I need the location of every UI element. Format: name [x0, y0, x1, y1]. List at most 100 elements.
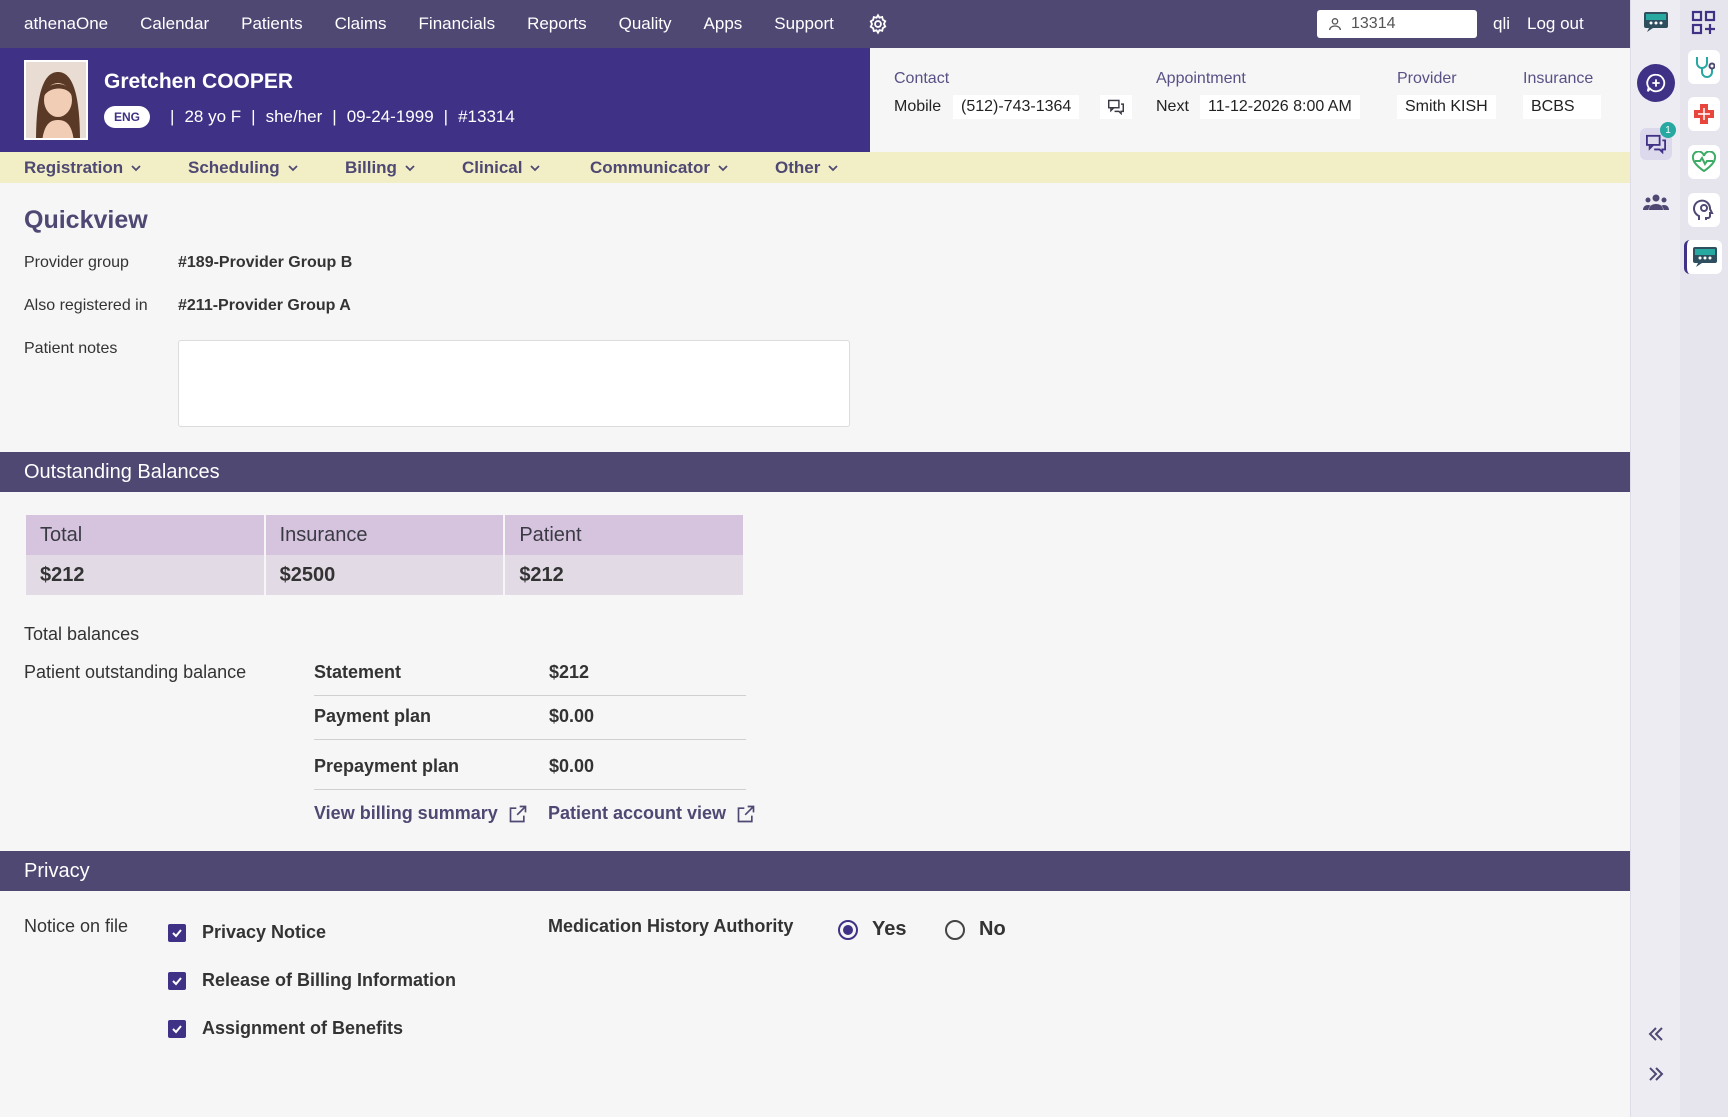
stethoscope-icon[interactable] — [1688, 50, 1720, 84]
language-badge: ENG — [104, 106, 151, 128]
radio-unselected-icon — [945, 919, 965, 940]
medical-cross-icon[interactable] — [1688, 97, 1720, 131]
statement-label: Statement — [314, 662, 402, 682]
chevron-down-icon — [718, 165, 728, 172]
next-appointment[interactable]: 11-12-2026 8:00 AM — [1200, 95, 1360, 119]
menu-clinical[interactable]: Clinical — [462, 158, 541, 178]
separator: | — [443, 107, 449, 126]
nav-quality[interactable]: Quality — [619, 14, 672, 34]
collapse-left-icon[interactable] — [1640, 1018, 1672, 1050]
next-label: Next — [1156, 98, 1189, 115]
add-chat-icon[interactable] — [1637, 64, 1675, 102]
right-rail: 1 — [1630, 0, 1680, 1117]
view-billing-summary-link[interactable]: View billing summary — [314, 803, 528, 824]
menu-other[interactable]: Other — [775, 158, 838, 178]
provider-name[interactable]: Smith KISH — [1397, 95, 1496, 119]
insurance-name[interactable]: BCBS — [1523, 95, 1601, 119]
link-label: Patient account view — [548, 803, 727, 823]
nav-calendar[interactable]: Calendar — [140, 14, 209, 34]
expand-right-icon[interactable] — [1640, 1058, 1672, 1090]
total-balance: $212 — [26, 555, 264, 595]
patient-notes-label: Patient notes — [24, 340, 118, 357]
menu-billing[interactable]: Billing — [345, 158, 415, 178]
notice-on-file-label: Notice on file — [24, 916, 129, 936]
insurance-balance: $2500 — [265, 555, 504, 595]
provider-label: Provider — [1397, 70, 1457, 87]
total-balances-label: Total balances — [24, 624, 140, 644]
chat-app-active-icon[interactable] — [1684, 240, 1722, 274]
nav-financials[interactable]: Financials — [419, 14, 496, 34]
top-nav: athenaOne Calendar Patients Claims Finan… — [0, 0, 1630, 48]
message-icon[interactable] — [1100, 95, 1132, 119]
menu-label: Clinical — [462, 158, 523, 177]
header-patient: Patient — [505, 515, 743, 555]
chevron-down-icon — [530, 165, 541, 172]
payment-plan-value: $0.00 — [549, 706, 595, 726]
header-insurance: Insurance — [265, 515, 504, 555]
chevron-down-icon — [131, 165, 141, 172]
patient-search-input[interactable] — [1351, 15, 1461, 33]
outstanding-balances-header: Outstanding Balances — [0, 452, 1630, 492]
radio-selected-icon — [838, 919, 858, 940]
brain-head-icon[interactable] — [1688, 193, 1720, 227]
statement-row: Statement $212 — [314, 652, 746, 696]
patient-dob: 09-24-1999 — [346, 107, 434, 126]
patient-meta: ENG | 28 yo F | she/her | 09-24-1999 | #… — [104, 106, 515, 128]
patient-photo — [24, 60, 88, 140]
menu-communicator[interactable]: Communicator — [590, 158, 728, 178]
patient-account-view-link[interactable]: Patient account view — [548, 803, 756, 824]
patient-pronouns: she/her — [265, 107, 323, 126]
privacy-header: Privacy — [0, 851, 1630, 891]
med-history-no-radio[interactable]: No — [945, 918, 1006, 941]
external-link-icon — [509, 805, 527, 822]
checkbox-label: Release of Billing Information — [202, 970, 457, 990]
provider-group-value: #189-Provider Group B — [178, 254, 353, 271]
table-row: $212 $2500 $212 — [26, 555, 743, 595]
heart-monitor-icon[interactable] — [1688, 145, 1720, 179]
separator: | — [332, 107, 337, 126]
menu-registration[interactable]: Registration — [24, 158, 141, 178]
appointment-label: Appointment — [1156, 70, 1246, 87]
statement-value: $212 — [549, 662, 590, 682]
nav-apps[interactable]: Apps — [704, 14, 743, 34]
menu-scheduling[interactable]: Scheduling — [188, 158, 298, 178]
nav-patients[interactable]: Patients — [241, 14, 302, 34]
nav-support[interactable]: Support — [774, 14, 834, 34]
separator: | — [251, 107, 256, 126]
privacy-notice-checkbox[interactable]: Privacy Notice — [168, 922, 326, 943]
logout-link[interactable]: Log out — [1527, 14, 1584, 34]
app-rail — [1680, 0, 1728, 1117]
checkbox-checked-icon — [168, 1019, 186, 1038]
payment-plan-label: Payment plan — [314, 706, 432, 726]
radio-label: Yes — [872, 918, 907, 940]
also-registered-label: Also registered in — [24, 297, 148, 314]
team-icon[interactable] — [1640, 186, 1672, 218]
release-billing-checkbox[interactable]: Release of Billing Information — [168, 970, 456, 991]
patient-search — [1317, 10, 1477, 38]
patient-balance: $212 — [505, 555, 743, 595]
menu-label: Registration — [24, 158, 124, 177]
menu-label: Communicator — [590, 158, 710, 177]
mobile-label: Mobile — [894, 98, 942, 115]
balances-table: Total Insurance Patient $212 $2500 $212 — [24, 515, 745, 595]
also-registered-value: #211-Provider Group A — [178, 297, 351, 314]
add-app-icon[interactable] — [1688, 6, 1720, 40]
medication-history-label: Medication History Authority — [548, 916, 794, 936]
provider-group-label: Provider group — [24, 254, 129, 271]
patient-banner: Gretchen COOPER ENG | 28 yo F | she/her … — [0, 48, 870, 152]
phone-number[interactable]: (512)-743-1364 — [953, 95, 1080, 119]
gear-icon[interactable] — [866, 12, 890, 36]
menu-label: Other — [775, 158, 821, 177]
insurance-label: Insurance — [1523, 70, 1594, 87]
chat-app-icon[interactable] — [1640, 6, 1672, 38]
checkbox-checked-icon — [168, 971, 186, 990]
med-history-yes-radio[interactable]: Yes — [838, 918, 906, 941]
assignment-benefits-checkbox[interactable]: Assignment of Benefits — [168, 1018, 403, 1039]
separator: | — [170, 107, 175, 126]
nav-athenaone[interactable]: athenaOne — [24, 14, 108, 34]
patient-notes-input[interactable] — [178, 340, 850, 427]
nav-claims[interactable]: Claims — [335, 14, 387, 34]
messages-icon[interactable]: 1 — [1640, 122, 1676, 160]
nav-reports[interactable]: Reports — [527, 14, 587, 34]
patient-outstanding-label: Patient outstanding balance — [24, 662, 247, 682]
